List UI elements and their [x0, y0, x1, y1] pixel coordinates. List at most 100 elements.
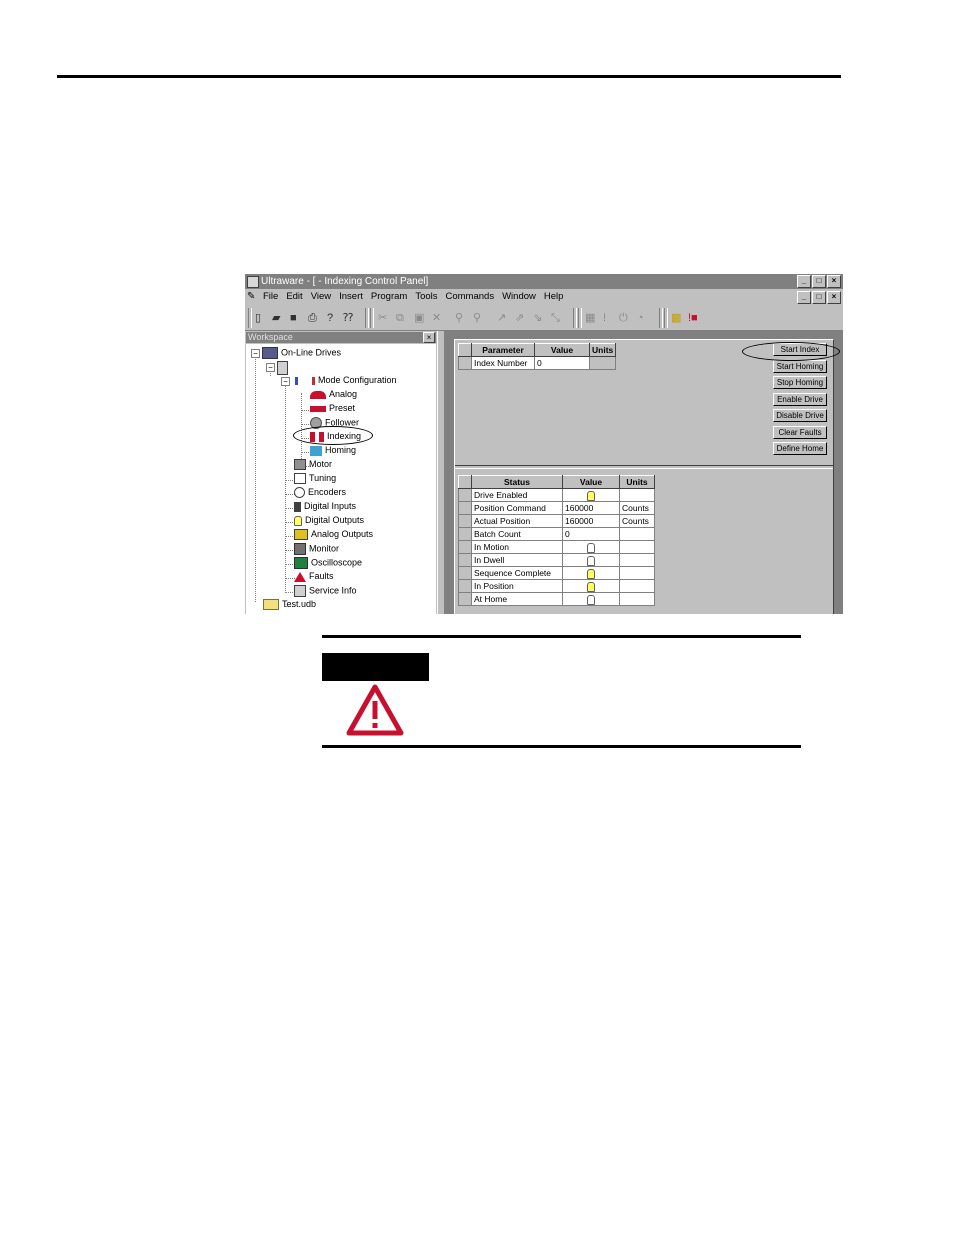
- status-indicator-icon: [587, 555, 595, 566]
- minimize-button[interactable]: _: [797, 275, 811, 288]
- find-icon[interactable]: ⚲: [455, 311, 463, 325]
- table-row: Batch Count 0: [458, 527, 655, 541]
- status-name: In Motion: [471, 540, 563, 554]
- table-row: At Home: [458, 592, 655, 606]
- power-icon[interactable]: ⏻: [619, 311, 628, 325]
- drive-icon: [277, 361, 288, 375]
- stop-homing-button[interactable]: Stop Homing: [773, 376, 827, 389]
- tree-item-monitor[interactable]: Monitor: [294, 543, 339, 555]
- tree-collapse-online-drives[interactable]: −: [251, 349, 260, 358]
- tree-collapse-mode-configuration[interactable]: −: [281, 377, 290, 386]
- menu-view[interactable]: View: [311, 291, 331, 302]
- exclamation-icon[interactable]: !: [603, 311, 606, 325]
- panel-splitter[interactable]: [437, 331, 445, 614]
- define-home-button[interactable]: Define Home: [773, 442, 827, 455]
- menu-tools[interactable]: Tools: [415, 291, 437, 302]
- status-indicator-icon: [587, 542, 595, 553]
- status-name: Actual Position: [471, 514, 563, 528]
- mdi-area: Parameter Value Units Index Number 0 Sta…: [445, 331, 843, 614]
- mdi-restore-button[interactable]: □: [812, 291, 826, 304]
- menu-file[interactable]: File: [263, 291, 278, 302]
- status-units: [619, 488, 655, 502]
- tree-collapse-drive[interactable]: −: [266, 363, 275, 372]
- tree-item-tuning[interactable]: Tuning: [294, 473, 336, 485]
- save-icon[interactable]: ■: [290, 311, 297, 325]
- menu-help[interactable]: Help: [544, 291, 564, 302]
- restore-button[interactable]: □: [812, 275, 826, 288]
- motor-icon: [294, 459, 306, 471]
- download-icon[interactable]: ⇘: [533, 311, 542, 325]
- tree-item-online-drives[interactable]: On-Line Drives: [262, 347, 341, 359]
- document-icon[interactable]: ✎: [247, 291, 261, 302]
- table-row: Index Number 0: [458, 356, 617, 370]
- tree-item-preset[interactable]: Preset: [310, 403, 355, 414]
- workspace-tree: − On-Line Drives − − Mode Configuration …: [246, 344, 436, 614]
- clock-icon[interactable]: ◔: [637, 311, 644, 325]
- start-homing-button[interactable]: Start Homing: [773, 359, 827, 373]
- warning-label-box: [322, 653, 429, 681]
- menu-window[interactable]: Window: [502, 291, 536, 302]
- new-file-icon[interactable]: ▯: [255, 311, 261, 325]
- verify-icon[interactable]: ⤡: [551, 311, 560, 325]
- tree-item-analog-outputs[interactable]: Analog Outputs: [294, 529, 373, 541]
- enable-drive-button[interactable]: Enable Drive: [773, 392, 827, 406]
- status-name: Sequence Complete: [471, 566, 563, 580]
- status-indicator-icon: [587, 568, 595, 579]
- warning-rule-top: [322, 635, 801, 638]
- tree-item-drive[interactable]: [277, 361, 291, 375]
- tree-item-oscilloscope[interactable]: Oscilloscope: [294, 557, 362, 569]
- title-bar: Ultraware - [ - Indexing Control Panel] …: [245, 274, 843, 289]
- calendar-icon[interactable]: ▦: [585, 311, 595, 325]
- tree-item-mode-configuration[interactable]: Mode Configuration: [295, 375, 397, 386]
- print-icon[interactable]: ⎙: [308, 311, 317, 325]
- mdi-minimize-button[interactable]: _: [797, 291, 811, 304]
- table-row: Position Command 160000 Counts: [458, 501, 655, 515]
- tree-item-digital-inputs[interactable]: Digital Inputs: [294, 501, 356, 512]
- workspace-header: Workspace ×: [246, 332, 436, 343]
- open-folder-icon[interactable]: ▰: [272, 311, 280, 325]
- index-number-input[interactable]: 0: [534, 356, 590, 370]
- tree-item-faults[interactable]: Faults: [294, 571, 334, 582]
- find-next-icon[interactable]: ⚲: [473, 311, 481, 325]
- connect-icon[interactable]: ↗: [497, 311, 506, 325]
- close-button[interactable]: ×: [827, 275, 841, 288]
- status-value: 160000: [562, 514, 620, 528]
- analog-outputs-icon: [294, 529, 308, 541]
- tree-item-service-info[interactable]: Service Info: [294, 585, 357, 597]
- upload-icon[interactable]: ⇗: [515, 311, 524, 325]
- help-icon[interactable]: ?: [327, 311, 333, 325]
- indexing-control-panel: Parameter Value Units Index Number 0 Sta…: [454, 339, 834, 614]
- workspace-close-button[interactable]: ×: [423, 332, 435, 343]
- status-units: [619, 553, 655, 567]
- menu-program[interactable]: Program: [371, 291, 407, 302]
- status-units: [619, 540, 655, 554]
- tree-item-homing[interactable]: Homing: [310, 445, 356, 456]
- tree-item-motor[interactable]: Motor: [294, 459, 332, 471]
- paste-icon[interactable]: ▣: [414, 311, 424, 325]
- menu-edit[interactable]: Edit: [286, 291, 302, 302]
- workspace-toggle-icon[interactable]: ▩: [671, 311, 681, 325]
- status-value: [562, 579, 620, 593]
- status-units: [619, 566, 655, 580]
- tree-item-test-udb[interactable]: Test.udb: [263, 599, 316, 611]
- value-header: Value: [534, 343, 590, 357]
- menu-commands[interactable]: Commands: [446, 291, 495, 302]
- tree-item-analog[interactable]: Analog: [310, 389, 357, 400]
- status-indicator-icon: [587, 581, 595, 592]
- tree-item-digital-outputs[interactable]: Digital Outputs: [294, 515, 364, 526]
- delete-icon[interactable]: ✕: [432, 311, 441, 325]
- app-icon: [247, 276, 259, 288]
- computer-icon: [262, 347, 278, 359]
- context-help-icon[interactable]: ⁇: [343, 311, 353, 325]
- cut-icon[interactable]: ✂: [378, 311, 387, 325]
- mdi-close-button[interactable]: ×: [827, 291, 841, 304]
- menu-insert[interactable]: Insert: [339, 291, 363, 302]
- stop-alarm-icon[interactable]: !■: [688, 311, 698, 325]
- units-header: Units: [588, 343, 617, 357]
- copy-icon[interactable]: ⧉: [396, 311, 404, 325]
- clear-faults-button[interactable]: Clear Faults: [773, 425, 827, 439]
- tree-item-encoders[interactable]: Encoders: [294, 487, 346, 499]
- disable-drive-button[interactable]: Disable Drive: [773, 409, 827, 422]
- warning-triangle-icon: [346, 684, 404, 736]
- indexing-highlight-oval: [293, 426, 373, 445]
